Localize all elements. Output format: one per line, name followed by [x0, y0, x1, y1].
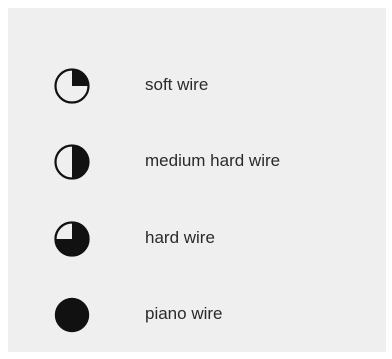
quarter-filled-circle-icon [53, 67, 91, 105]
legend-label-soft-wire: soft wire [145, 75, 209, 94]
legend-item-piano-wire: piano wire [8, 295, 386, 335]
wire-hardness-legend: soft wire medium hard wire hard wire pia… [8, 8, 386, 352]
legend-item-soft-wire: soft wire [8, 66, 386, 106]
legend-label-hard-wire: hard wire [145, 228, 215, 247]
legend-label-medium-hard-wire: medium hard wire [145, 151, 281, 170]
full-filled-circle-icon [53, 296, 91, 334]
legend-label-piano-wire: piano wire [145, 304, 223, 323]
half-filled-circle-icon [53, 143, 91, 181]
legend-item-hard-wire: hard wire [8, 219, 386, 259]
three-quarter-filled-circle-icon [53, 220, 91, 258]
legend-item-medium-hard-wire: medium hard wire [8, 142, 386, 182]
